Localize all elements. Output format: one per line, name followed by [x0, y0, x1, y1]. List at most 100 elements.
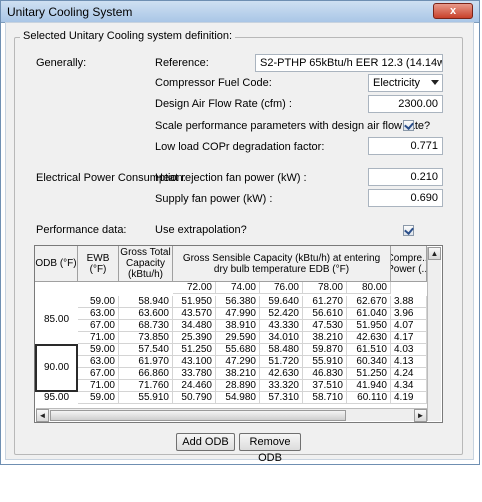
edb-header-cell[interactable]: 78.00 — [303, 282, 347, 294]
sensible-capacity-cell[interactable]: 47.530 — [303, 320, 347, 332]
edb-header-cell[interactable]: 74.00 — [216, 282, 260, 294]
gross-total-cell[interactable]: 55.910 — [119, 392, 173, 404]
scroll-left-arrow-icon[interactable]: ◄ — [36, 409, 49, 422]
gross-total-cell[interactable]: 68.730 — [119, 320, 173, 332]
sensible-capacity-cell[interactable]: 61.510 — [347, 344, 391, 356]
sensible-capacity-cell[interactable]: 43.330 — [260, 320, 303, 332]
sensible-capacity-cell[interactable]: 25.390 — [173, 332, 216, 344]
sensible-capacity-cell[interactable]: 29.590 — [216, 332, 260, 344]
header-odb[interactable]: ODB (°F) — [35, 246, 78, 282]
gross-total-cell[interactable]: 66.860 — [119, 368, 173, 380]
sensible-capacity-cell[interactable]: 43.570 — [173, 308, 216, 320]
sensible-capacity-cell[interactable]: 60.340 — [347, 356, 391, 368]
compressor-power-cell[interactable]: 3.96 — [391, 308, 427, 320]
compressor-power-cell[interactable]: 4.19 — [391, 392, 427, 404]
sensible-capacity-cell[interactable]: 59.870 — [303, 344, 347, 356]
sensible-capacity-cell[interactable]: 55.680 — [216, 344, 260, 356]
ewb-cell[interactable]: 59.00 — [78, 392, 119, 404]
sensible-capacity-cell[interactable]: 52.420 — [260, 308, 303, 320]
sensible-capacity-cell[interactable]: 37.510 — [303, 380, 347, 392]
ewb-cell[interactable]: 67.00 — [78, 368, 119, 380]
fuel-code-select[interactable]: Electricity — [368, 74, 443, 92]
ewb-cell[interactable]: 63.00 — [78, 308, 119, 320]
gross-total-cell[interactable]: 63.600 — [119, 308, 173, 320]
copr-field[interactable]: 0.771 — [368, 137, 443, 155]
sensible-capacity-cell[interactable]: 38.210 — [216, 368, 260, 380]
header-gross-sensible[interactable]: Gross Sensible Capacity (kBtu/h) at ente… — [173, 246, 391, 282]
gross-total-cell[interactable]: 57.540 — [119, 344, 173, 356]
ewb-cell[interactable]: 59.00 — [78, 296, 119, 308]
edb-header-cell[interactable]: 72.00 — [173, 282, 216, 294]
grid-vertical-scrollbar[interactable]: ▲ — [427, 247, 441, 421]
sensible-capacity-cell[interactable]: 34.480 — [173, 320, 216, 332]
compressor-power-cell[interactable]: 4.13 — [391, 356, 427, 368]
header-gross-total[interactable]: Gross Total Capacity (kBtu/h) — [119, 246, 173, 282]
header-ewb[interactable]: EWB (°F) — [78, 246, 119, 282]
compressor-power-cell[interactable]: 4.03 — [391, 344, 427, 356]
sensible-capacity-cell[interactable]: 55.910 — [303, 356, 347, 368]
scroll-right-arrow-icon[interactable]: ► — [414, 409, 427, 422]
sensible-capacity-cell[interactable]: 51.250 — [347, 368, 391, 380]
selected-odb-cell[interactable] — [35, 344, 78, 392]
scale-checkbox[interactable] — [403, 120, 414, 131]
sensible-capacity-cell[interactable]: 51.950 — [347, 320, 391, 332]
sensible-capacity-cell[interactable]: 51.950 — [173, 296, 216, 308]
sensible-capacity-cell[interactable]: 38.910 — [216, 320, 260, 332]
header-compressor-power[interactable]: Compre... Power (... — [391, 246, 427, 282]
sensible-capacity-cell[interactable]: 24.460 — [173, 380, 216, 392]
scroll-thumb[interactable] — [50, 410, 346, 421]
sensible-capacity-cell[interactable]: 42.630 — [260, 368, 303, 380]
sensible-capacity-cell[interactable]: 38.210 — [303, 332, 347, 344]
sensible-capacity-cell[interactable]: 34.010 — [260, 332, 303, 344]
sensible-capacity-cell[interactable]: 46.830 — [303, 368, 347, 380]
sensible-capacity-cell[interactable]: 51.250 — [173, 344, 216, 356]
sensible-capacity-cell[interactable]: 33.320 — [260, 380, 303, 392]
compressor-power-cell[interactable]: 4.07 — [391, 320, 427, 332]
supply-fan-field[interactable]: 0.690 — [368, 189, 443, 207]
gross-total-cell[interactable]: 61.970 — [119, 356, 173, 368]
compressor-power-cell[interactable]: 4.24 — [391, 368, 427, 380]
reference-field[interactable]: S2-PTHP 65kBtu/h EER 12.3 (14.14w/o fan) — [255, 54, 443, 72]
extrapolation-checkbox[interactable] — [403, 225, 414, 236]
sensible-capacity-cell[interactable]: 61.040 — [347, 308, 391, 320]
remove-odb-button[interactable]: Remove ODB — [239, 433, 301, 464]
sensible-capacity-cell[interactable]: 47.990 — [216, 308, 260, 320]
compressor-power-cell[interactable]: 3.88 — [391, 296, 427, 308]
ewb-cell[interactable]: 71.00 — [78, 332, 119, 344]
sensible-capacity-cell[interactable]: 58.710 — [303, 392, 347, 404]
edb-header-cell[interactable]: 76.00 — [260, 282, 303, 294]
compressor-power-cell[interactable]: 4.34 — [391, 380, 427, 392]
sensible-capacity-cell[interactable]: 60.110 — [347, 392, 391, 404]
sensible-capacity-cell[interactable]: 33.780 — [173, 368, 216, 380]
ewb-cell[interactable]: 63.00 — [78, 356, 119, 368]
sensible-capacity-cell[interactable]: 56.380 — [216, 296, 260, 308]
sensible-capacity-cell[interactable]: 28.890 — [216, 380, 260, 392]
gross-total-cell[interactable]: 71.760 — [119, 380, 173, 392]
sensible-capacity-cell[interactable]: 61.270 — [303, 296, 347, 308]
ewb-cell[interactable]: 71.00 — [78, 380, 119, 392]
scroll-up-arrow-icon[interactable]: ▲ — [428, 247, 441, 260]
add-odb-button[interactable]: Add ODB — [176, 433, 235, 451]
sensible-capacity-cell[interactable]: 47.290 — [216, 356, 260, 368]
sensible-capacity-cell[interactable]: 51.720 — [260, 356, 303, 368]
sensible-capacity-cell[interactable]: 41.940 — [347, 380, 391, 392]
sensible-capacity-cell[interactable]: 62.670 — [347, 296, 391, 308]
heat-rejection-field[interactable]: 0.210 — [368, 168, 443, 186]
sensible-capacity-cell[interactable]: 50.790 — [173, 392, 216, 404]
ewb-cell[interactable]: 59.00 — [78, 344, 119, 356]
grid-horizontal-scrollbar[interactable]: ◄ ► — [36, 408, 427, 422]
odb-cell[interactable]: 95.00 — [35, 392, 78, 404]
odb-cell[interactable]: 85.00 — [35, 314, 78, 326]
sensible-capacity-cell[interactable]: 43.100 — [173, 356, 216, 368]
sensible-capacity-cell[interactable]: 42.630 — [347, 332, 391, 344]
close-button[interactable]: x — [433, 3, 473, 19]
performance-grid[interactable]: ODB (°F) EWB (°F) Gross Total Capacity (… — [34, 245, 443, 423]
compressor-power-cell[interactable]: 4.17 — [391, 332, 427, 344]
sensible-capacity-cell[interactable]: 54.980 — [216, 392, 260, 404]
sensible-capacity-cell[interactable]: 56.610 — [303, 308, 347, 320]
gross-total-cell[interactable]: 73.850 — [119, 332, 173, 344]
gross-total-cell[interactable]: 58.940 — [119, 296, 173, 308]
sensible-capacity-cell[interactable]: 58.480 — [260, 344, 303, 356]
title-bar[interactable]: Unitary Cooling System x — [1, 1, 479, 23]
edb-header-cell[interactable]: 80.00 — [347, 282, 391, 294]
